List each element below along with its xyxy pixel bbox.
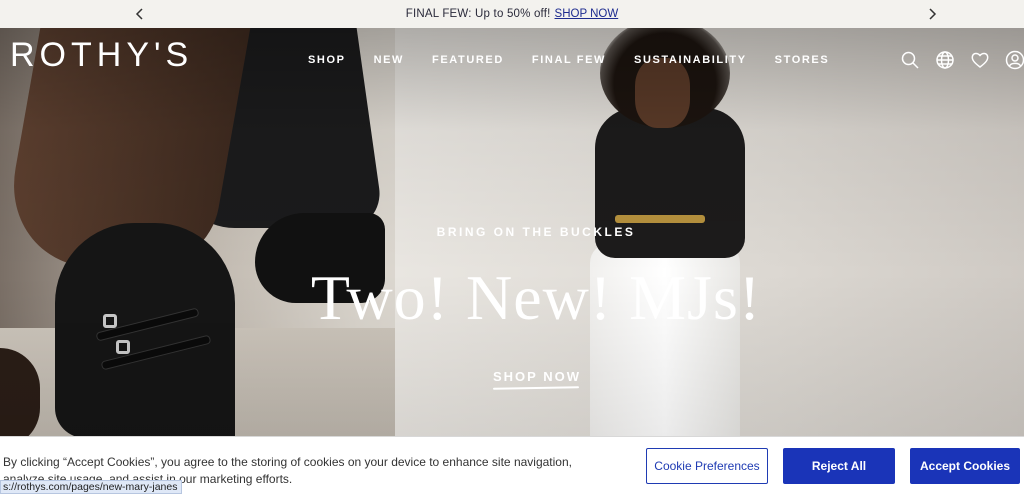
nav-item-sustainability[interactable]: SUSTAINABILITY (634, 54, 747, 66)
announcement-bar: FINAL FEW: Up to 50% off! SHOP NOW (0, 0, 1024, 28)
nav-item-featured[interactable]: FEATURED (432, 54, 504, 66)
nav-item-shop[interactable]: SHOP (308, 54, 346, 66)
link-status-url: s://rothys.com/pages/new-mary-janes (0, 480, 183, 494)
announcement-text: FINAL FEW: Up to 50% off! (405, 8, 551, 20)
search-icon[interactable] (900, 50, 922, 72)
previous-announcement-arrow-icon[interactable] (128, 0, 152, 28)
header-icons (900, 50, 1024, 72)
reject-all-button[interactable]: Reject All (783, 448, 895, 484)
next-announcement-arrow-icon[interactable] (920, 0, 944, 28)
announcement-shop-now-link[interactable]: SHOP NOW (555, 8, 619, 20)
heart-icon[interactable] (970, 50, 992, 72)
nav-item-final-few[interactable]: FINAL FEW (532, 54, 606, 66)
cookie-preferences-button[interactable]: Cookie Preferences (646, 448, 768, 484)
site-logo[interactable]: ROTHY'S (10, 38, 193, 72)
hero-eyebrow: BRING ON THE BUCKLES (436, 225, 636, 239)
hero-shop-now-link[interactable]: SHOP NOW (493, 369, 581, 384)
globe-icon[interactable] (935, 50, 957, 72)
nav-item-stores[interactable]: STORES (775, 54, 830, 66)
main-nav: SHOP NEW FEATURED FINAL FEW SUSTAINABILI… (308, 54, 857, 66)
nav-item-new[interactable]: NEW (374, 54, 404, 66)
accept-cookies-button[interactable]: Accept Cookies (910, 448, 1020, 484)
account-icon[interactable] (1005, 50, 1024, 72)
hero-headline: Two! New! MJs! (310, 262, 762, 333)
